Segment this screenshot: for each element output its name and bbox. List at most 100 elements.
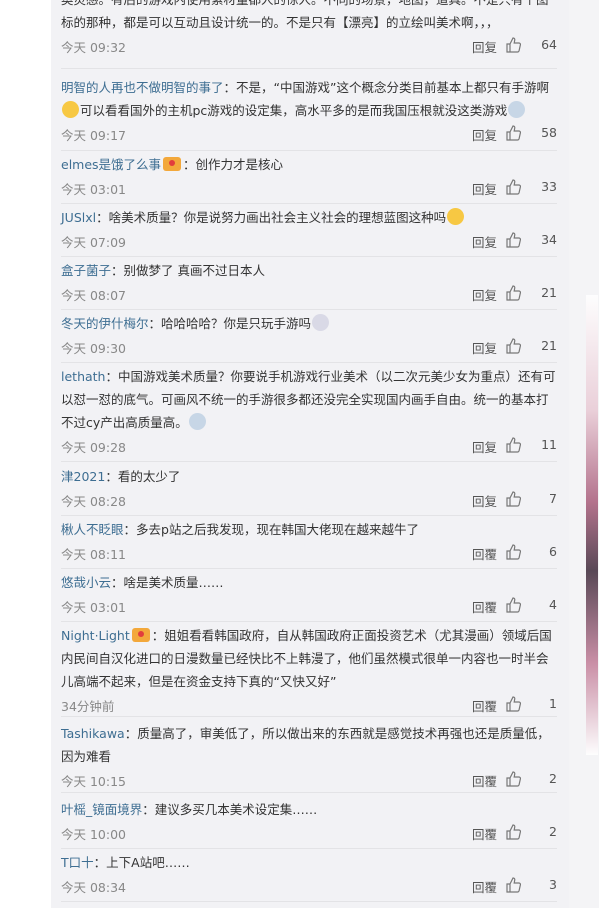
comment-time: 今天 09:17 xyxy=(61,128,126,143)
thumbs-up-icon xyxy=(506,824,521,840)
comment-item: elmes是饿了么事 ：创作力才是核心 今天 03:01 回复 33 xyxy=(61,153,557,204)
comment-text: Tashikawa：质量高了，审美低了，所以做出来的东西就是感觉技术再强也还是质… xyxy=(61,722,557,768)
thumbs-up-icon xyxy=(506,597,521,613)
thumbs-up-icon xyxy=(506,179,521,195)
comment-time: 今天 03:01 xyxy=(61,600,126,615)
comment-author[interactable]: Tashikawa xyxy=(61,726,125,741)
comment-time: 今天 03:01 xyxy=(61,182,126,197)
comment-author[interactable]: Night·Light xyxy=(61,628,130,643)
comment-text: 津2021：看的太少了 xyxy=(61,465,557,488)
like-count: 58 xyxy=(541,125,557,140)
reply-button[interactable]: 回复 xyxy=(472,179,497,198)
comment-author[interactable]: 楸人不眨眼 xyxy=(61,522,124,537)
page-left-margin xyxy=(0,0,51,908)
comment-author[interactable]: 悠哉小云 xyxy=(61,575,111,590)
thumbs-up-icon xyxy=(506,338,521,354)
thumbs-up-icon xyxy=(506,877,521,893)
like-count: 34 xyxy=(541,232,557,247)
member-badge-icon xyxy=(131,628,150,642)
comment-item: lethath：中国游戏美术质量？你要说手机游戏行业美术（以二次元美少女为重点）… xyxy=(61,365,557,462)
comment-body: ：啥是美术质量…… xyxy=(111,575,224,590)
comment-author[interactable]: lethath xyxy=(61,369,105,384)
reply-button[interactable]: 回复 xyxy=(472,232,497,251)
shocked-face-emoji-icon xyxy=(312,314,330,331)
reply-button[interactable]: 回覆 xyxy=(472,597,497,616)
comment-item: 盒子菌子：别做梦了 真画不过日本人 今天 08:07 回复 21 xyxy=(61,259,557,310)
comment-meta: 今天 08:11 回覆 6 xyxy=(61,541,557,564)
thumbs-up-icon xyxy=(506,232,521,248)
reply-button[interactable]: 回复 xyxy=(472,285,497,304)
comment-item: 悠哉小云：啥是美术质量…… 今天 03:01 回覆 4 xyxy=(61,571,557,622)
reply-button[interactable]: 回复 xyxy=(472,491,497,510)
comment-text: JUSlxl：啥美术质量？你是说努力画出社会主义社会的理想蓝图这种吗 xyxy=(61,206,557,229)
comment-author[interactable]: JUSlxl xyxy=(61,210,96,225)
reply-button[interactable]: 回复 xyxy=(472,37,497,56)
comment-time: 今天 09:30 xyxy=(61,341,126,356)
comment-meta: 今天 09:30 回复 21 xyxy=(61,335,557,358)
comment-meta: 今天 10:15 回覆 2 xyxy=(61,768,557,791)
reply-button[interactable]: 回覆 xyxy=(472,877,497,896)
comment-item: 明智的人再也不做明智的事了：不是，“中国游戏”这个概念分类目前基本上都只有手游啊… xyxy=(61,76,557,151)
comment-text: 明智的人再也不做明智的事了：不是，“中国游戏”这个概念分类目前基本上都只有手游啊… xyxy=(61,76,557,122)
comment-time: 今天 10:15 xyxy=(61,774,126,789)
reply-button[interactable]: 回复 xyxy=(472,125,497,144)
comment-author[interactable]: 盒子菌子 xyxy=(61,263,111,278)
comment-time: 今天 07:09 xyxy=(61,235,126,250)
reply-button[interactable]: 回覆 xyxy=(472,696,497,715)
comment-body-continued: 可以看看国外的主机pc游戏的设定集，高水平多的是而我国压根就没这类游戏 xyxy=(80,103,508,118)
comment-time: 今天 10:00 xyxy=(61,827,126,842)
reply-button[interactable]: 回覆 xyxy=(472,544,497,563)
sweat-emoji-icon xyxy=(508,101,526,118)
comment-text: lethath：中国游戏美术质量？你要说手机游戏行业美术（以二次元美少女为重点）… xyxy=(61,365,557,434)
like-count: 2 xyxy=(549,771,557,786)
comment-item: 奥灵感。有后的游戏内使用素材量都人的惊人。不同的场景，地图，道具。不是只有个图标… xyxy=(61,0,557,69)
comment-meta: 今天 09:32 回复 64 xyxy=(61,34,557,57)
reply-button[interactable]: 回复 xyxy=(472,437,497,456)
reply-button[interactable]: 回覆 xyxy=(472,824,497,843)
like-count: 7 xyxy=(549,491,557,506)
reply-button[interactable]: 回覆 xyxy=(472,771,497,790)
comment-meta: 今天 08:07 回复 21 xyxy=(61,282,557,305)
thumbs-up-icon xyxy=(506,285,521,301)
comment-meta: 今天 09:17 回复 58 xyxy=(61,122,557,145)
like-count: 1 xyxy=(549,696,557,711)
comment-text: 楸人不眨眼：多去p站之后我发现，现在韩国大佬现在越来越牛了 xyxy=(61,518,557,541)
comment-time: 今天 08:34 xyxy=(61,880,126,895)
member-badge-icon xyxy=(163,157,182,171)
like-count: 33 xyxy=(541,179,557,194)
like-count: 21 xyxy=(541,338,557,353)
comment-time: 今天 09:32 xyxy=(61,40,126,55)
comment-time: 34分钟前 xyxy=(61,699,115,714)
thumbs-up-icon xyxy=(506,37,521,53)
comment-author[interactable]: 冬天的伊什梅尔 xyxy=(61,316,149,331)
comment-item: T口十：上下A站吧…… 今天 08:34 回覆 3 xyxy=(61,851,557,902)
comment-meta: 今天 03:01 回复 33 xyxy=(61,176,557,199)
comment-time: 今天 08:28 xyxy=(61,494,126,509)
comment-text: 叶榣_镜面境界：建议多买几本美术设定集…… xyxy=(61,798,557,821)
thumbs-up-icon xyxy=(506,771,521,787)
vertical-scrollbar[interactable] xyxy=(584,0,599,908)
comment-body: ：别做梦了 真画不过日本人 xyxy=(111,263,265,278)
thumbs-up-icon xyxy=(506,491,521,507)
comment-text: T口十：上下A站吧…… xyxy=(61,851,557,874)
comment-text: elmes是饿了么事 ：创作力才是核心 xyxy=(61,153,557,176)
comment-author[interactable]: elmes是饿了么事 xyxy=(61,157,161,172)
thumbs-up-icon xyxy=(506,125,521,141)
comment-author[interactable]: 明智的人再也不做明智的事了 xyxy=(61,80,224,95)
comment-time: 今天 08:07 xyxy=(61,288,126,303)
comment-author[interactable]: 叶榣_镜面境界 xyxy=(61,802,142,817)
comment-author[interactable]: T口十 xyxy=(61,855,94,870)
comment-item: 冬天的伊什梅尔：哈哈哈哈？你是只玩手游吗 今天 09:30 回复 21 xyxy=(61,312,557,363)
comment-meta: 今天 10:00 回覆 2 xyxy=(61,821,557,844)
comment-item: Tashikawa：质量高了，审美低了，所以做出来的东西就是感觉技术再强也还是质… xyxy=(61,722,557,793)
reply-button[interactable]: 回复 xyxy=(472,338,497,357)
comment-body: ：哈哈哈哈？你是只玩手游吗 xyxy=(148,316,312,331)
comment-text: 盒子菌子：别做梦了 真画不过日本人 xyxy=(61,259,557,282)
comment-author[interactable]: 津2021 xyxy=(61,469,105,484)
comment-meta: 34分钟前 回覆 1 xyxy=(61,693,557,716)
like-count: 2 xyxy=(549,824,557,839)
comment-body: 奥灵感。有后的游戏内使用素材量都人的惊人。不同的场景，地图，道具。不是只有个图标… xyxy=(61,0,549,30)
like-count: 11 xyxy=(541,437,557,452)
comment-item: 楸人不眨眼：多去p站之后我发现，现在韩国大佬现在越来越牛了 今天 08:11 回… xyxy=(61,518,557,569)
comment-feed: 奥灵感。有后的游戏内使用素材量都人的惊人。不同的场景，地图，道具。不是只有个图标… xyxy=(51,0,569,908)
